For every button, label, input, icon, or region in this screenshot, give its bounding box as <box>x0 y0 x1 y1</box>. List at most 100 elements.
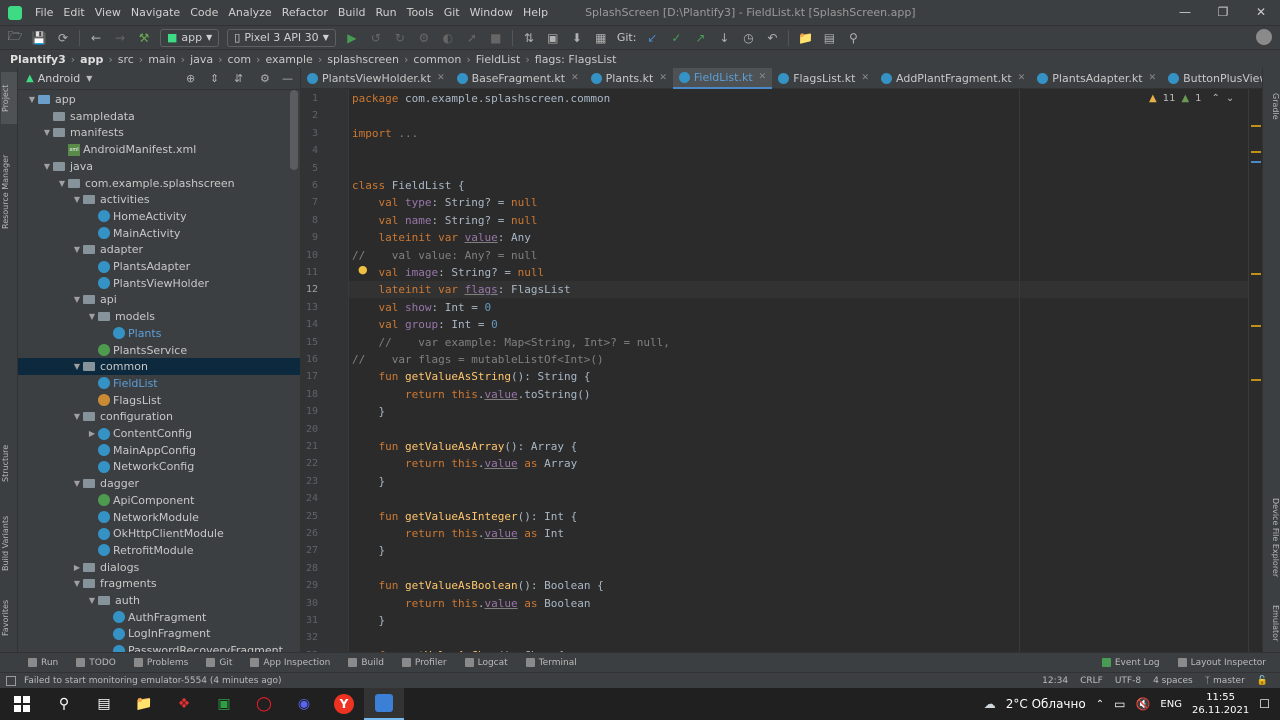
breadcrumb-item[interactable]: FieldList <box>476 53 521 66</box>
breadcrumb-item[interactable]: splashscreen <box>327 53 399 66</box>
tree-item[interactable]: Plants <box>18 325 300 342</box>
editor-tab[interactable]: FlagsList.kt ✕ <box>772 68 875 89</box>
gear-icon[interactable]: ⚙ <box>260 72 270 85</box>
tree-item[interactable]: ▼ api <box>18 291 300 308</box>
bottom-tab-git[interactable]: Git <box>198 658 242 668</box>
device-select[interactable]: ▯ Pixel 3 API 30 ▼ <box>227 28 336 47</box>
tree-item[interactable]: FlagsList <box>18 392 300 409</box>
menu-edit[interactable]: Edit <box>58 0 89 25</box>
app-red-icon[interactable]: ❖ <box>164 688 204 720</box>
windows-start-icon[interactable] <box>0 688 44 720</box>
tree-item[interactable]: ▶ ContentConfig <box>18 425 300 442</box>
tree-item[interactable]: ▼ configuration <box>18 408 300 425</box>
menu-git[interactable]: Git <box>439 0 465 25</box>
close-tab-icon[interactable]: ✕ <box>571 73 579 83</box>
tree-item[interactable]: RetrofitModule <box>18 542 300 559</box>
tree-item[interactable]: MainAppConfig <box>18 442 300 459</box>
editor-tab[interactable]: PlantsAdapter.kt ✕ <box>1031 68 1162 89</box>
apply-changes-icon[interactable]: ↺ <box>367 29 385 47</box>
breadcrumb-item[interactable]: example <box>265 53 312 66</box>
notification-icon[interactable]: ☐ <box>1259 697 1270 711</box>
menu-view[interactable]: View <box>90 0 126 25</box>
tree-item[interactable]: ▶ dialogs <box>18 559 300 576</box>
app-green-icon[interactable]: ▣ <box>204 688 244 720</box>
gradle-sync-icon[interactable]: ⇅ <box>520 29 538 47</box>
status-message[interactable]: Failed to start monitoring emulator-5554… <box>24 676 282 686</box>
tray-chevron-icon[interactable]: ⌃ <box>1096 699 1104 710</box>
chevron-down-icon[interactable]: ▼ <box>71 295 83 304</box>
debug-icon[interactable]: ⚙ <box>415 29 433 47</box>
close-tab-icon[interactable]: ✕ <box>1149 73 1157 83</box>
opera-icon[interactable]: ◯ <box>244 688 284 720</box>
bottom-tab-logcat[interactable]: Logcat <box>457 658 518 668</box>
clock[interactable]: 11:55 26.11.2021 <box>1192 691 1249 717</box>
project-structure-icon[interactable]: 📁 <box>796 29 814 47</box>
chevron-down-icon[interactable]: ▼ <box>86 74 92 83</box>
chevron-down-icon[interactable]: ▼ <box>41 128 53 137</box>
breadcrumb-item[interactable]: java <box>190 53 213 66</box>
tree-item[interactable]: ▼ app <box>18 91 300 108</box>
tree-item[interactable]: PlantsViewHolder <box>18 275 300 292</box>
git-commit-icon[interactable]: ✓ <box>667 29 685 47</box>
tab-favorites[interactable]: Favorites <box>1 590 17 645</box>
close-tab-icon[interactable]: ✕ <box>759 72 767 82</box>
android-studio-taskbar-icon[interactable] <box>364 688 404 720</box>
tree-item[interactable]: NetworkConfig <box>18 458 300 475</box>
tree-item[interactable]: OkHttpClientModule <box>18 525 300 542</box>
tree-item[interactable]: ApiComponent <box>18 492 300 509</box>
tree-item[interactable]: FieldList <box>18 375 300 392</box>
inspection-widget[interactable]: ▲ 11 ▲ 1 ⌃ ⌄ <box>1149 93 1234 104</box>
caret-position[interactable]: 12:34 <box>1042 676 1068 686</box>
network-icon[interactable]: ▭ <box>1114 697 1125 711</box>
tree-item[interactable]: PlantsAdapter <box>18 258 300 275</box>
stop-icon[interactable]: ■ <box>487 29 505 47</box>
git-diff-icon[interactable]: ↓ <box>715 29 733 47</box>
expand-all-icon[interactable]: ⇕ <box>210 72 219 85</box>
layout-inspector-icon[interactable]: ▦ <box>592 29 610 47</box>
chevron-down-icon[interactable]: ▼ <box>71 245 83 254</box>
sync-icon[interactable]: ⟳ <box>54 29 72 47</box>
chevron-down-icon[interactable]: ▼ <box>71 412 83 421</box>
forward-arrow-icon[interactable]: → <box>111 29 129 47</box>
menu-analyze[interactable]: Analyze <box>223 0 276 25</box>
breadcrumb-item[interactable]: Plantify3 <box>10 53 66 66</box>
tab-emulator[interactable]: Emulator <box>1264 596 1280 651</box>
tab-device-file-explorer[interactable]: Device File Explorer <box>1264 483 1280 593</box>
tab-resource-manager[interactable]: Resource Manager <box>1 132 17 252</box>
tree-item[interactable]: ▼ adapter <box>18 241 300 258</box>
close-tab-icon[interactable]: ✕ <box>659 73 667 83</box>
tab-build-variants[interactable]: Build Variants <box>1 508 17 578</box>
chevron-down-icon[interactable]: ▼ <box>56 179 68 188</box>
menu-code[interactable]: Code <box>185 0 223 25</box>
menu-tools[interactable]: Tools <box>402 0 439 25</box>
tab-project[interactable]: Project <box>1 72 17 124</box>
chevron-right-icon[interactable]: ▶ <box>71 563 83 572</box>
tree-item[interactable]: MainActivity <box>18 225 300 242</box>
tree-item[interactable]: sampledata <box>18 108 300 125</box>
tree-item[interactable]: ▼ common <box>18 358 300 376</box>
breadcrumb-item[interactable]: flags: FlagsList <box>535 53 617 66</box>
close-tab-icon[interactable]: ✕ <box>437 73 445 83</box>
volume-icon[interactable]: 🔇 <box>1135 697 1150 711</box>
breadcrumb-item[interactable]: com <box>228 53 252 66</box>
bottom-tab-build[interactable]: Build <box>340 658 394 668</box>
bottom-tab-run[interactable]: Run <box>20 658 68 668</box>
tree-item[interactable]: PlantsService <box>18 342 300 359</box>
tree-item[interactable]: ▼ manifests <box>18 124 300 141</box>
chevron-down-icon[interactable]: ▼ <box>71 479 83 488</box>
view-mode-select[interactable]: Android <box>38 72 81 85</box>
sdk-manager-icon[interactable]: ⬇ <box>568 29 586 47</box>
tab-gradle[interactable]: Gradle <box>1264 86 1280 126</box>
locate-icon[interactable]: ⊕ <box>186 72 195 85</box>
chevron-down-icon[interactable]: ▼ <box>41 162 53 171</box>
discord-icon[interactable]: ◉ <box>284 688 324 720</box>
tree-item[interactable]: xml AndroidManifest.xml <box>18 141 300 158</box>
lightbulb-icon[interactable]: ● <box>358 263 368 276</box>
menu-help[interactable]: Help <box>518 0 553 25</box>
chevron-right-icon[interactable]: ▶ <box>86 429 98 438</box>
line-separator[interactable]: CRLF <box>1080 676 1103 686</box>
avd-manager-icon[interactable]: ▣ <box>544 29 562 47</box>
close-tab-icon[interactable]: ✕ <box>1018 73 1026 83</box>
menu-navigate[interactable]: Navigate <box>126 0 185 25</box>
tree-scrollbar[interactable] <box>290 90 298 170</box>
